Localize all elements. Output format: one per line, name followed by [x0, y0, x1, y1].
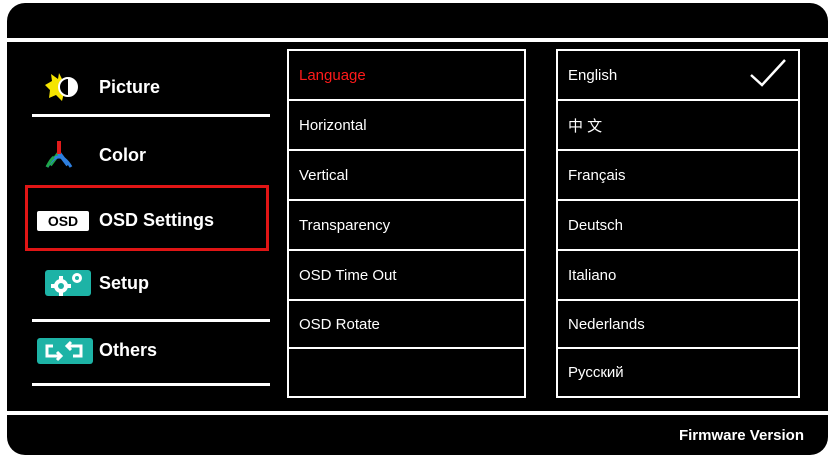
menu-item-label: Setup — [99, 272, 150, 293]
menu-item-label: Others — [99, 339, 158, 360]
language-option-english[interactable]: English — [558, 51, 798, 101]
menu-item-color[interactable]: Color — [23, 130, 273, 180]
settings-item-osd-rotate[interactable]: OSD Rotate — [289, 301, 524, 349]
menu-divider — [32, 114, 270, 117]
settings-item-label: Transparency — [299, 216, 391, 234]
osd-badge-text: OSD — [47, 213, 79, 229]
language-label: English — [568, 66, 618, 84]
menu-item-picture[interactable]: Picture — [23, 62, 273, 112]
firmware-version-label: Firmware Version — [678, 427, 804, 444]
language-option-german[interactable]: Deutsch — [558, 201, 798, 251]
language-option-russian[interactable]: Русский — [558, 349, 798, 396]
language-label: 中 文 — [568, 117, 603, 135]
osd-menu: Picture Color OSD OSD Settings Setup Oth… — [7, 3, 828, 455]
menu-item-others[interactable]: Others — [23, 325, 273, 375]
menu-divider — [32, 383, 270, 386]
settings-item-label: Language — [299, 66, 366, 84]
language-list: English 中 文 Français Deutsch Italiano Ne… — [556, 49, 800, 398]
settings-item-vertical[interactable]: Vertical — [289, 151, 524, 201]
settings-item-empty — [289, 349, 524, 396]
language-option-french[interactable]: Français — [558, 151, 798, 201]
language-option-chinese[interactable]: 中 文 — [558, 101, 798, 151]
menu-item-label: OSD Settings — [99, 209, 215, 230]
gears-icon — [23, 265, 93, 301]
menu-divider — [32, 319, 270, 322]
loop-arrows-icon — [23, 332, 93, 368]
bottom-divider — [7, 411, 828, 415]
language-label: Italiano — [568, 266, 617, 284]
menu-item-label: Picture — [99, 76, 161, 97]
settings-item-horizontal[interactable]: Horizontal — [289, 101, 524, 151]
language-label: Deutsch — [568, 216, 624, 234]
menu-item-setup[interactable]: Setup — [23, 258, 273, 308]
menu-item-label: Color — [99, 144, 146, 165]
settings-item-label: OSD Time Out — [299, 266, 397, 284]
sun-contrast-icon — [23, 69, 93, 105]
language-label: Nederlands — [568, 315, 645, 333]
settings-item-language[interactable]: Language — [289, 51, 524, 101]
language-label: Français — [568, 166, 626, 184]
checkmark-icon — [748, 57, 788, 93]
settings-item-label: Vertical — [299, 166, 349, 184]
rgb-color-icon — [23, 137, 93, 173]
settings-item-transparency[interactable]: Transparency — [289, 201, 524, 251]
language-option-dutch[interactable]: Nederlands — [558, 301, 798, 349]
top-divider — [7, 38, 828, 42]
language-label: Русский — [568, 364, 624, 381]
language-option-italian[interactable]: Italiano — [558, 251, 798, 301]
osd-badge-icon: OSD — [23, 202, 93, 238]
menu-item-osd-settings[interactable]: OSD OSD Settings — [23, 195, 273, 245]
settings-item-label: OSD Rotate — [299, 315, 380, 333]
settings-item-osd-time-out[interactable]: OSD Time Out — [289, 251, 524, 301]
settings-item-label: Horizontal — [299, 116, 367, 134]
settings-list: Language Horizontal Vertical Transparenc… — [287, 49, 526, 398]
